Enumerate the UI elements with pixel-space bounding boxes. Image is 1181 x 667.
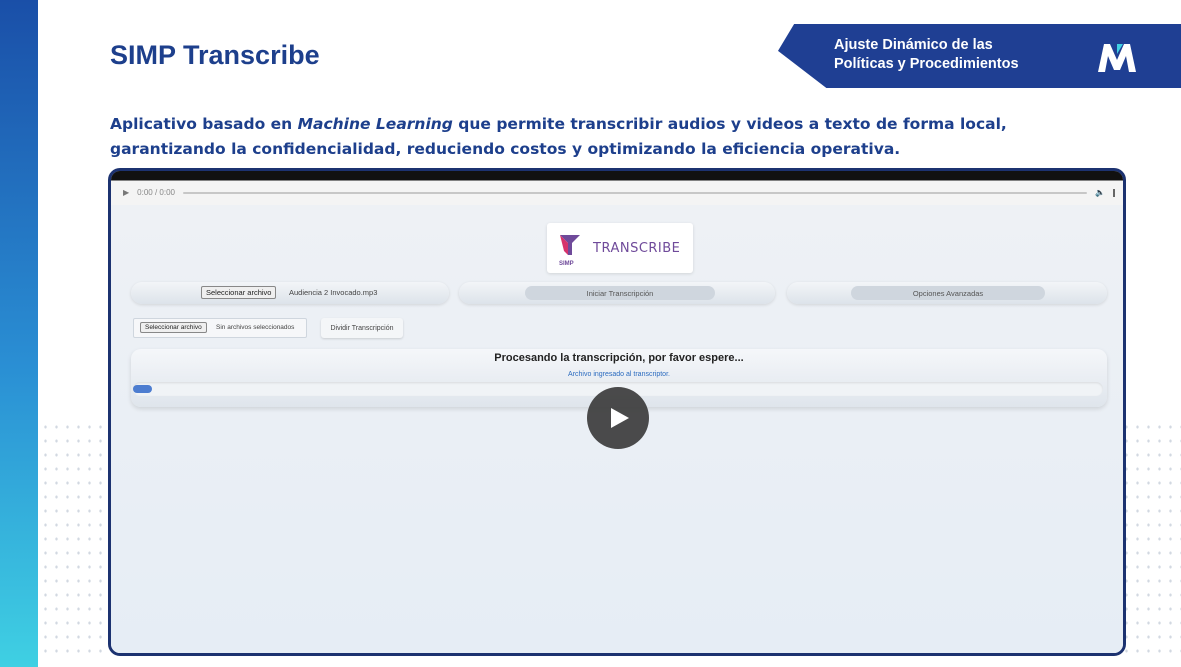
desc-emphasis: Machine Learning	[297, 115, 453, 133]
seek-bar[interactable]	[182, 191, 1088, 194]
processing-title: Procesando la transcripción, por favor e…	[494, 352, 744, 364]
more-options-icon[interactable]	[1113, 188, 1115, 197]
m-brand-logo-icon	[1098, 44, 1136, 72]
badge-text: Ajuste Dinámico de las Políticas y Proce…	[834, 36, 1019, 74]
progress-fill	[133, 385, 153, 393]
select-file-button-2[interactable]: Seleccionar archivo	[140, 322, 207, 333]
badge-line-2: Políticas y Procedimientos	[834, 56, 1019, 72]
logo-text: TRANSCRIBE	[593, 240, 681, 256]
left-accent-bar	[0, 0, 38, 667]
slide-title: SIMP Transcribe	[110, 40, 320, 70]
select-file-button[interactable]: Seleccionar archivo	[201, 286, 277, 299]
split-transcription-button[interactable]: Dividir Transcripción	[321, 318, 403, 338]
simp-logo-icon: SIMP	[559, 233, 581, 267]
app-screen: SIMP TRANSCRIBE Seleccionar archivo Audi…	[111, 205, 1123, 653]
video-frame: ▶ 0:00 / 0:00 🔈 SIMP TRANSCRIBE Seleccio…	[108, 168, 1126, 656]
decorative-dot-pattern	[40, 420, 110, 660]
start-pill: Iniciar Transcripción	[459, 282, 775, 304]
play-icon	[611, 408, 629, 428]
slide-description: Aplicativo basado en Machine Learning qu…	[110, 112, 1070, 162]
transcribe-logo: SIMP TRANSCRIBE	[547, 223, 693, 273]
volume-icon[interactable]: 🔈	[1095, 188, 1105, 197]
processing-status: Archivo ingresado al transcriptor.	[568, 371, 670, 378]
selected-file-name: Audiencia 2 Invocado.mp3	[289, 288, 378, 297]
decorative-dot-pattern	[1121, 420, 1181, 660]
file-input-2: Seleccionar archivo Sin archivos selecci…	[133, 318, 307, 338]
start-transcription-button[interactable]: Iniciar Transcripción	[525, 286, 715, 300]
desc-text-1: Aplicativo basado en	[110, 115, 298, 133]
play-overlay-button[interactable]	[587, 387, 649, 449]
file-input-pill: Seleccionar archivo Audiencia 2 Invocado…	[131, 282, 449, 304]
options-pill: Opciones Avanzadas	[787, 282, 1107, 304]
advanced-options-button[interactable]: Opciones Avanzadas	[851, 286, 1045, 300]
play-icon[interactable]: ▶	[123, 188, 129, 197]
logo-small-text: SIMP	[559, 261, 574, 267]
video-time: 0:00 / 0:00	[137, 188, 175, 197]
no-file-selected: Sin archivos seleccionados	[216, 324, 295, 331]
badge-line-1: Ajuste Dinámico de las	[834, 37, 993, 53]
video-controls-bar: ▶ 0:00 / 0:00 🔈	[111, 171, 1123, 205]
